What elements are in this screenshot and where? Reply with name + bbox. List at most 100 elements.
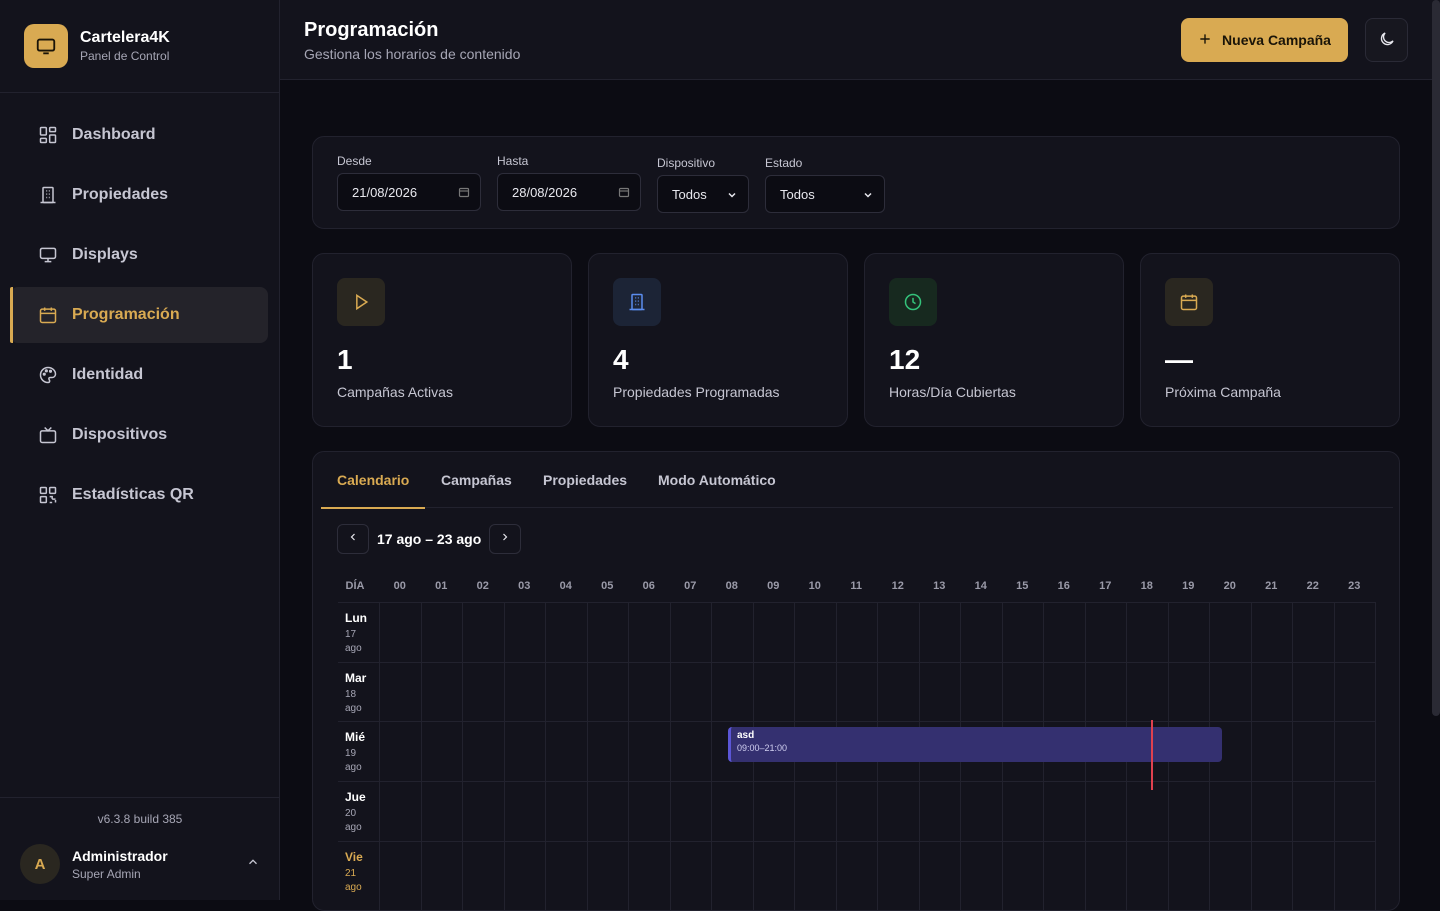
hour-header: 01 — [435, 580, 448, 592]
sidebar-item-programacion[interactable]: Programación — [10, 287, 268, 343]
stat-value: 12 — [889, 344, 921, 375]
grid-line — [545, 602, 546, 910]
grid-line — [1333, 602, 1335, 910]
theme-toggle-button[interactable] — [1365, 18, 1408, 62]
day-date: 21 ago — [345, 867, 362, 893]
grid-line — [420, 602, 422, 910]
sidebar-item-label: Propiedades — [72, 186, 169, 203]
grid-line — [669, 602, 671, 910]
sidebar-item-propiedades[interactable]: Propiedades — [10, 167, 268, 223]
sidebar-footer: v6.3.8 build 385 A Administrador Super A… — [0, 797, 280, 900]
palette-icon — [38, 365, 58, 385]
page-scrollbar[interactable] — [1432, 0, 1440, 716]
to-label: Hasta — [497, 154, 529, 168]
current-time-indicator — [1151, 720, 1153, 790]
day-name: Mar — [345, 670, 367, 685]
tab-bar: Calendario Campañas Propiedades Modo Aut… — [320, 452, 1393, 509]
sidebar: Cartelera4K Panel de Control Dashboard P… — [0, 0, 280, 900]
calendar-picker-icon[interactable] — [458, 186, 470, 201]
day-date: 19 ago — [345, 748, 362, 774]
stat-value: 4 — [613, 344, 629, 375]
brand: Cartelera4K Panel de Control — [0, 0, 279, 93]
tab-calendario[interactable]: Calendario — [320, 452, 426, 509]
calendar-day-row: Vie 21 ago — [338, 840, 1376, 900]
calendar-icon — [38, 305, 58, 325]
stat-card-next-campaign: — Próxima Campaña — [1140, 253, 1400, 427]
status-label: Estado — [765, 156, 803, 170]
stat-label: Propiedades Programadas — [613, 384, 780, 400]
sidebar-item-dashboard[interactable]: Dashboard — [10, 107, 268, 163]
hour-header: 00 — [393, 580, 406, 592]
chevron-up-icon[interactable] — [246, 855, 260, 874]
hour-header: 06 — [642, 580, 655, 592]
sidebar-item-displays[interactable]: Displays — [10, 227, 268, 283]
status-select[interactable]: Todos — [765, 175, 885, 213]
stat-card-hours-covered: 12 Horas/Día Cubiertas — [864, 253, 1124, 427]
sidebar-item-estadisticas-qr[interactable]: Estadísticas QR — [10, 467, 268, 523]
hour-header: 17 — [1099, 580, 1112, 592]
day-name: Lun — [345, 611, 367, 625]
grid-line — [628, 602, 629, 910]
monitor-logo-icon — [24, 24, 68, 68]
sidebar-item-label: Dispositivos — [72, 426, 168, 443]
version-label: v6.3.8 build 385 — [97, 812, 183, 826]
play-icon — [337, 278, 385, 326]
chevron-right-icon — [499, 530, 511, 548]
hour-header: 02 — [476, 580, 489, 592]
next-week-button[interactable] — [489, 524, 522, 554]
grid-line — [1250, 602, 1252, 910]
calendar-picker-icon[interactable] — [618, 186, 630, 201]
grid-line — [711, 602, 712, 910]
chevron-down-icon — [726, 189, 738, 204]
sidebar-item-label: Estadísticas QR — [72, 486, 194, 503]
qr-icon — [38, 485, 58, 505]
brand-subtitle: Panel de Control — [80, 49, 170, 63]
calendar-day-row: Jue 20 ago — [338, 781, 1376, 840]
from-date-value: 21/08/2026 — [352, 184, 418, 200]
tab-campanas[interactable]: Campañas — [441, 452, 512, 508]
hour-header: 23 — [1348, 580, 1361, 592]
page-title: Programación — [304, 19, 439, 41]
hour-header: 07 — [684, 580, 697, 592]
user-role: Super Admin — [72, 866, 141, 881]
day-column-header: DÍA — [345, 580, 365, 592]
to-date-input[interactable]: 28/08/2026 — [497, 173, 641, 211]
sidebar-nav: Dashboard Propiedades Displays Programac… — [0, 93, 279, 523]
calendar-day-row: Mar 18 ago — [338, 661, 1376, 721]
hour-header: 19 — [1182, 580, 1195, 592]
grid-icon — [38, 125, 58, 145]
user-menu[interactable]: A Administrador Super Admin — [0, 836, 280, 900]
from-label: Desde — [337, 154, 372, 168]
hour-header: 21 — [1265, 580, 1278, 592]
campaign-block[interactable]: asd 09:00–21:00 — [728, 727, 1222, 762]
day-name: Vie — [345, 849, 363, 864]
device-select[interactable]: Todos — [657, 175, 749, 213]
new-campaign-button[interactable]: Nueva Campaña — [1181, 18, 1348, 62]
hour-header: 14 — [974, 580, 987, 592]
hour-header: 10 — [808, 580, 821, 592]
previous-week-button[interactable] — [337, 524, 369, 554]
stat-card-active-campaigns: 1 Campañas Activas — [312, 253, 572, 427]
sidebar-item-label: Displays — [72, 246, 138, 263]
day-name: Jue — [345, 790, 366, 805]
page-subtitle: Gestiona los horarios de contenido — [304, 46, 521, 62]
hour-header: 11 — [850, 580, 863, 592]
chevron-left-icon — [347, 530, 359, 548]
sidebar-item-label: Dashboard — [72, 126, 156, 143]
calendar-icon — [1165, 278, 1213, 326]
filters-panel: Desde 21/08/2026 Hasta 28/08/2026 Dispos… — [312, 136, 1400, 229]
sidebar-item-identidad[interactable]: Identidad — [10, 347, 268, 403]
avatar: A — [20, 844, 60, 884]
tab-propiedades[interactable]: Propiedades — [543, 452, 627, 508]
tv-icon — [38, 425, 58, 445]
chevron-down-icon — [862, 189, 874, 204]
tab-modo-automatico[interactable]: Modo Automático — [658, 452, 776, 508]
sidebar-item-dispositivos[interactable]: Dispositivos — [10, 407, 268, 463]
status-select-value: Todos — [780, 186, 815, 202]
hour-header: 22 — [1306, 580, 1319, 592]
hour-header: 13 — [933, 580, 946, 592]
clock-icon — [889, 278, 937, 326]
hour-header: 03 — [518, 580, 531, 592]
page-header: Programación Gestiona los horarios de co… — [280, 0, 1440, 80]
from-date-input[interactable]: 21/08/2026 — [337, 173, 481, 211]
